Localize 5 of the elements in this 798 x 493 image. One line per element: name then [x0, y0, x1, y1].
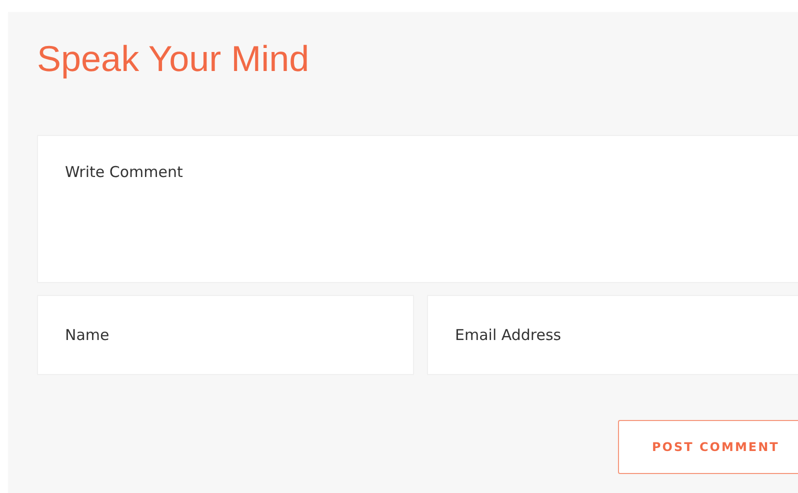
post-comment-button[interactable]: POST COMMENT	[618, 420, 798, 474]
name-field[interactable]: Name	[37, 295, 414, 375]
comment-field[interactable]: Write Comment	[37, 135, 798, 283]
section-title: Speak Your Mind	[37, 38, 310, 80]
email-field[interactable]: Email Address	[427, 295, 798, 375]
